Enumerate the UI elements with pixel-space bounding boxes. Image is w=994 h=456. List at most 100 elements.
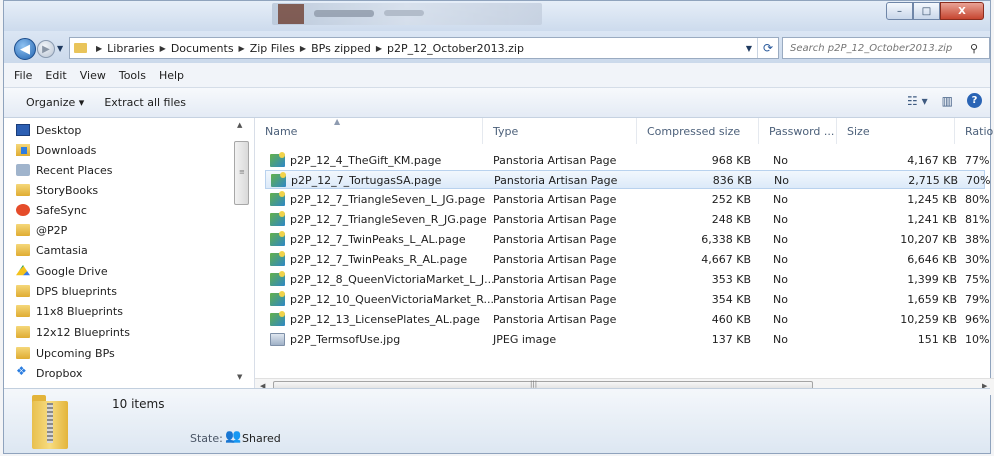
breadcrumb-current-zip[interactable]: p2P_12_October2013.zip <box>387 42 524 55</box>
nav-item-google-drive[interactable]: Google Drive <box>16 261 108 281</box>
search-input[interactable] <box>788 41 970 55</box>
cell-size: 10,259 KB <box>900 313 957 326</box>
shared-users-icon: 👥 <box>225 429 242 444</box>
cell-password: No <box>773 154 788 167</box>
organize-button[interactable]: Organize ▾ <box>26 96 84 109</box>
nav-item-upcoming-bps[interactable]: Upcoming BPs <box>16 343 115 363</box>
chevron-right-icon[interactable]: ▶ <box>300 44 306 53</box>
address-bar[interactable]: ▶ Libraries ▶ Documents ▶ Zip Files ▶ BP… <box>69 37 779 59</box>
menu-edit[interactable]: Edit <box>45 69 66 82</box>
table-row[interactable]: p2P_TermsofUse.jpg JPEG image 137 KB No 151 … <box>265 330 990 349</box>
scroll-down-icon[interactable]: ▼ <box>237 373 242 381</box>
table-row[interactable]: p2P_12_13_LicensePlates_AL.page Panstoria… <box>265 310 990 329</box>
folder-icon <box>16 224 30 236</box>
column-label: Password ... <box>769 124 835 138</box>
search-icon[interactable]: ⚲ <box>970 42 978 55</box>
address-history-dropdown[interactable]: ▼ <box>741 44 757 53</box>
column-label: Size <box>847 124 870 138</box>
recent-pages-dropdown[interactable]: ▼ <box>57 44 63 53</box>
table-row[interactable]: p2P_12_8_QueenVictoriaMarket_L_J... Panst… <box>265 270 990 289</box>
minimize-button[interactable]: – <box>886 2 913 20</box>
nav-item-recent-places[interactable]: Recent Places <box>16 160 113 180</box>
table-row[interactable]: p2P_12_7_TriangleSeven_R_JG.page Panstori… <box>265 210 990 229</box>
column-header-ratio[interactable]: Ratio <box>955 118 994 144</box>
blurred-text <box>384 10 424 16</box>
artisan-page-icon <box>270 152 285 167</box>
table-row[interactable]: p2P_12_4_TheGift_KM.page Panstoria Artisa… <box>265 151 990 170</box>
search-box[interactable]: ⚲ <box>782 37 990 59</box>
cell-compressed-size: 137 KB <box>711 333 751 346</box>
cell-name: p2P_12_7_TwinPeaks_L_AL.page <box>290 233 466 246</box>
help-icon[interactable]: ? <box>967 93 982 108</box>
nav-item-12x12-blueprints[interactable]: 12x12 Blueprints <box>16 322 130 342</box>
artisan-page-icon <box>271 172 286 187</box>
arrow-right-icon: ▶ <box>42 43 50 55</box>
nav-item-dps-blueprints[interactable]: DPS blueprints <box>16 281 117 301</box>
menu-tools[interactable]: Tools <box>119 69 146 82</box>
chevron-right-icon[interactable]: ▶ <box>160 44 166 53</box>
artisan-page-icon <box>270 291 285 306</box>
menu-file[interactable]: File <box>14 69 32 82</box>
cell-ratio: 77% <box>965 154 990 167</box>
close-button[interactable]: X <box>940 2 984 20</box>
scroll-up-icon[interactable]: ▲ <box>237 121 242 129</box>
preview-pane-icon[interactable]: ▥ <box>942 94 953 108</box>
cell-compressed-size: 6,338 KB <box>701 233 751 246</box>
state-label: State: <box>190 432 223 445</box>
refresh-icon: ⟳ <box>762 41 774 55</box>
column-header-size[interactable]: Size <box>837 118 955 144</box>
folder-icon <box>16 244 30 256</box>
cell-name: p2P_12_7_TwinPeaks_R_AL.page <box>290 253 468 266</box>
cell-size: 1,399 KB <box>907 273 957 286</box>
change-view-icon[interactable]: ☷ ▾ <box>907 94 928 108</box>
nav-item-label: Google Drive <box>36 264 108 278</box>
refresh-button[interactable]: ⟳ <box>757 38 778 58</box>
explorer-window: – □ X ◀ ▶ ▼ ▶ Libraries ▶ Documents ▶ Zi… <box>3 0 994 454</box>
cell-password: No <box>773 213 788 226</box>
nav-item-safesync[interactable]: SafeSync <box>16 200 87 220</box>
file-list: Name ▲ Type Compressed size Password ... … <box>255 117 994 395</box>
cell-ratio: 80% <box>965 193 990 206</box>
chevron-right-icon[interactable]: ▶ <box>376 44 382 53</box>
column-header-type[interactable]: Type <box>483 118 637 144</box>
artisan-page-icon <box>270 211 285 226</box>
address-row: ◀ ▶ ▼ ▶ Libraries ▶ Documents ▶ Zip File… <box>4 31 990 63</box>
forward-button[interactable]: ▶ <box>37 40 55 58</box>
maximize-button[interactable]: □ <box>913 2 940 20</box>
cell-compressed-size: 460 KB <box>711 313 751 326</box>
chevron-right-icon[interactable]: ▶ <box>239 44 245 53</box>
breadcrumb-libraries[interactable]: Libraries <box>107 42 155 55</box>
nav-item-11x8-blueprints[interactable]: 11x8 Blueprints <box>16 301 123 321</box>
nav-item-camtasia[interactable]: Camtasia <box>16 240 88 260</box>
breadcrumb-documents[interactable]: Documents <box>171 42 234 55</box>
nav-scrollbar[interactable]: ▲ ≡ ▼ <box>232 118 252 388</box>
table-row[interactable]: p2P_12_10_QueenVictoriaMarket_R... Pansto… <box>265 290 990 309</box>
table-row[interactable]: p2P_12_7_TwinPeaks_L_AL.page Panstoria Ar… <box>265 230 990 249</box>
cell-size: 4,167 KB <box>907 154 957 167</box>
back-button[interactable]: ◀ <box>14 38 36 60</box>
extract-all-button[interactable]: Extract all files <box>104 96 186 109</box>
cell-name: p2P_12_7_TriangleSeven_L_JG.page <box>290 193 486 206</box>
title-bar[interactable]: – □ X <box>4 1 990 31</box>
nav-item-dropbox[interactable]: ❖ Dropbox <box>16 363 82 383</box>
cell-ratio: 38% <box>965 233 990 246</box>
column-header-password[interactable]: Password ... <box>759 118 837 144</box>
table-row[interactable]: p2P_12_7_TriangleSeven_L_JG.page Panstori… <box>265 190 990 209</box>
menu-view[interactable]: View <box>80 69 106 82</box>
scrollbar-grip-icon: ≡ <box>239 168 245 176</box>
nav-item-downloads[interactable]: Downloads <box>16 140 96 160</box>
chevron-right-icon[interactable]: ▶ <box>96 44 102 53</box>
cell-compressed-size: 968 KB <box>711 154 751 167</box>
nav-item-label: SafeSync <box>36 203 87 217</box>
nav-item-p2p[interactable]: @P2P <box>16 220 67 240</box>
cell-ratio: 79% <box>965 293 990 306</box>
table-row[interactable]: p2P_12_7_TortugasSA.page Panstoria Artisa… <box>265 170 990 189</box>
nav-item-desktop[interactable]: Desktop <box>16 120 81 140</box>
nav-item-storybooks[interactable]: StoryBooks <box>16 180 98 200</box>
column-header-compressed-size[interactable]: Compressed size <box>637 118 759 144</box>
table-row[interactable]: p2P_12_7_TwinPeaks_R_AL.page Panstoria Ar… <box>265 250 990 269</box>
breadcrumb-zip-files[interactable]: Zip Files <box>250 42 295 55</box>
menu-help[interactable]: Help <box>159 69 184 82</box>
breadcrumb-bps-zipped[interactable]: BPs zipped <box>311 42 371 55</box>
column-header-name[interactable]: Name ▲ <box>255 117 483 144</box>
